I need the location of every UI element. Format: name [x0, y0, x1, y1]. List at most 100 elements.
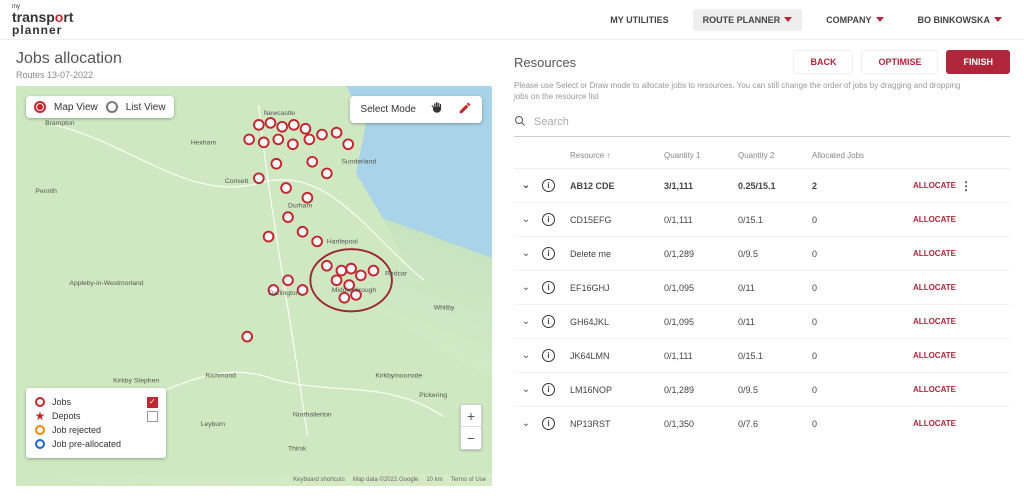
expand-row-icon[interactable]: ⌄ — [514, 316, 538, 327]
info-icon[interactable]: i — [542, 281, 555, 294]
nav-company[interactable]: COMPANY — [816, 9, 893, 31]
cell-quantity1: 3/1,111 — [664, 181, 734, 191]
col-allocated[interactable]: Allocated Jobs — [812, 151, 892, 160]
info-icon[interactable]: i — [542, 315, 555, 328]
nav-route-planner[interactable]: ROUTE PLANNER — [693, 9, 803, 31]
more-icon[interactable]: ⋮ — [960, 180, 972, 192]
zoom-control: + − — [460, 404, 482, 450]
page-subtitle: Routes 13-07-2022 — [16, 70, 492, 80]
col-quantity1[interactable]: Quantity 1 — [664, 151, 734, 160]
expand-row-icon[interactable]: ⌄ — [514, 180, 538, 191]
info-icon[interactable]: i — [542, 179, 555, 192]
expand-row-icon[interactable]: ⌄ — [514, 384, 538, 395]
table-row: ⌄iGH64JKL0/1,0950/110ALLOCATE — [514, 305, 1010, 339]
legend-rejected: Job rejected — [52, 425, 101, 435]
cell-quantity1: 0/1,289 — [664, 249, 734, 259]
allocate-button[interactable]: ALLOCATE — [896, 249, 956, 258]
radio-map-view[interactable] — [34, 101, 46, 113]
logo: my transport planner — [12, 4, 73, 36]
draw-icon[interactable] — [458, 101, 472, 118]
table-row: ⌄iCD15EFG0/1,1110/15.10ALLOCATE — [514, 203, 1010, 237]
logo-bottom: planner — [12, 24, 73, 36]
mode-toolbar: Select Mode — [350, 96, 482, 123]
cell-allocated: 0 — [812, 283, 892, 293]
chevron-down-icon — [876, 17, 884, 22]
allocate-button[interactable]: ALLOCATE — [896, 215, 956, 224]
chevron-down-icon — [784, 17, 792, 22]
allocate-button[interactable]: ALLOCATE — [896, 283, 956, 292]
svg-text:Pickering: Pickering — [419, 392, 447, 399]
allocate-button[interactable]: ALLOCATE — [896, 351, 956, 360]
legend-depots: Depots — [52, 411, 81, 421]
sort-up-icon: ↑ — [606, 151, 610, 160]
expand-row-icon[interactable]: ⌄ — [514, 350, 538, 361]
map[interactable]: Newcastle Sunderland Durham Hartlepool M… — [16, 86, 492, 486]
info-icon[interactable]: i — [542, 213, 555, 226]
cell-allocated: 2 — [812, 181, 892, 191]
table-body[interactable]: ⌄iAB12 CDE3/1,1110.25/15.12ALLOCATE⋮⌄iCD… — [514, 168, 1010, 438]
resources-panel: Resources BACK OPTIMISE FINISH Please us… — [500, 40, 1024, 502]
svg-text:Thirsk: Thirsk — [288, 445, 307, 452]
resources-table: Resource ↑ Quantity 1 Quantity 2 Allocat… — [514, 141, 1010, 438]
pan-icon[interactable] — [430, 101, 444, 118]
table-row: ⌄iAB12 CDE3/1,1110.25/15.12ALLOCATE⋮ — [514, 169, 1010, 203]
cell-quantity1: 0/1,095 — [664, 317, 734, 327]
svg-text:Newcastle: Newcastle — [264, 110, 296, 117]
expand-row-icon[interactable]: ⌄ — [514, 282, 538, 293]
expand-row-icon[interactable]: ⌄ — [514, 214, 538, 225]
search-input[interactable] — [534, 112, 1010, 132]
cell-resource: GH64JKL — [570, 317, 660, 327]
svg-text:Durham: Durham — [288, 202, 312, 209]
allocate-button[interactable]: ALLOCATE — [896, 181, 956, 190]
topbar: my transport planner MY UTILITIES ROUTE … — [0, 0, 1024, 40]
legend-preallocated: Job pre-allocated — [52, 439, 121, 449]
svg-text:Middlesbrough: Middlesbrough — [332, 287, 377, 294]
view-switch: Map View List View — [26, 96, 174, 118]
allocate-button[interactable]: ALLOCATE — [896, 385, 956, 394]
top-nav: MY UTILITIES ROUTE PLANNER COMPANY BO BI… — [600, 9, 1012, 31]
search-row — [514, 112, 1010, 137]
allocate-button[interactable]: ALLOCATE — [896, 317, 956, 326]
resources-description: Please use Select or Draw mode to alloca… — [514, 80, 974, 102]
allocate-button[interactable]: ALLOCATE — [896, 419, 956, 428]
cell-quantity1: 0/1,095 — [664, 283, 734, 293]
svg-text:Sunderland: Sunderland — [341, 159, 376, 166]
info-icon[interactable]: i — [542, 417, 555, 430]
col-quantity2[interactable]: Quantity 2 — [738, 151, 808, 160]
optimise-button[interactable]: OPTIMISE — [861, 50, 938, 74]
svg-text:Hexham: Hexham — [191, 139, 217, 146]
nav-user[interactable]: BO BINKOWSKA — [908, 9, 1013, 31]
radio-list-view[interactable] — [106, 101, 118, 113]
expand-row-icon[interactable]: ⌄ — [514, 248, 538, 259]
cell-resource: Delete me — [570, 249, 660, 259]
cell-quantity2: 0/9.5 — [738, 385, 808, 395]
expand-row-icon[interactable]: ⌄ — [514, 418, 538, 429]
footer-shortcuts[interactable]: Keyboard shortcuts — [293, 477, 345, 483]
col-resource[interactable]: Resource ↑ — [570, 151, 660, 160]
cell-quantity1: 0/1,111 — [664, 215, 734, 225]
finish-button[interactable]: FINISH — [946, 50, 1010, 74]
info-icon[interactable]: i — [542, 383, 555, 396]
info-icon[interactable]: i — [542, 247, 555, 260]
resources-title: Resources — [514, 55, 576, 70]
zoom-in-button[interactable]: + — [461, 405, 481, 427]
checkbox-depots[interactable] — [147, 411, 158, 422]
zoom-out-button[interactable]: − — [461, 427, 481, 449]
checkbox-jobs[interactable] — [147, 397, 158, 408]
table-row: ⌄iJK64LMN0/1,1110/15.10ALLOCATE — [514, 339, 1010, 373]
cell-quantity2: 0/7.6 — [738, 419, 808, 429]
footer-attribution: Map data ©2022 Google — [353, 477, 418, 483]
cell-allocated: 0 — [812, 317, 892, 327]
chevron-down-icon — [994, 17, 1002, 22]
info-icon[interactable]: i — [542, 349, 555, 362]
cell-quantity2: 0.25/15.1 — [738, 181, 808, 191]
svg-text:Northallerton: Northallerton — [293, 411, 332, 418]
map-view-label: Map View — [54, 102, 98, 113]
nav-my-utilities[interactable]: MY UTILITIES — [600, 9, 678, 31]
table-row: ⌄iNP13RST0/1,3500/7.60ALLOCATE — [514, 407, 1010, 438]
logo-mid: transport — [12, 10, 73, 24]
cell-quantity1: 0/1,289 — [664, 385, 734, 395]
footer-terms[interactable]: Terms of Use — [451, 477, 486, 483]
back-button[interactable]: BACK — [793, 50, 853, 74]
cell-allocated: 0 — [812, 419, 892, 429]
